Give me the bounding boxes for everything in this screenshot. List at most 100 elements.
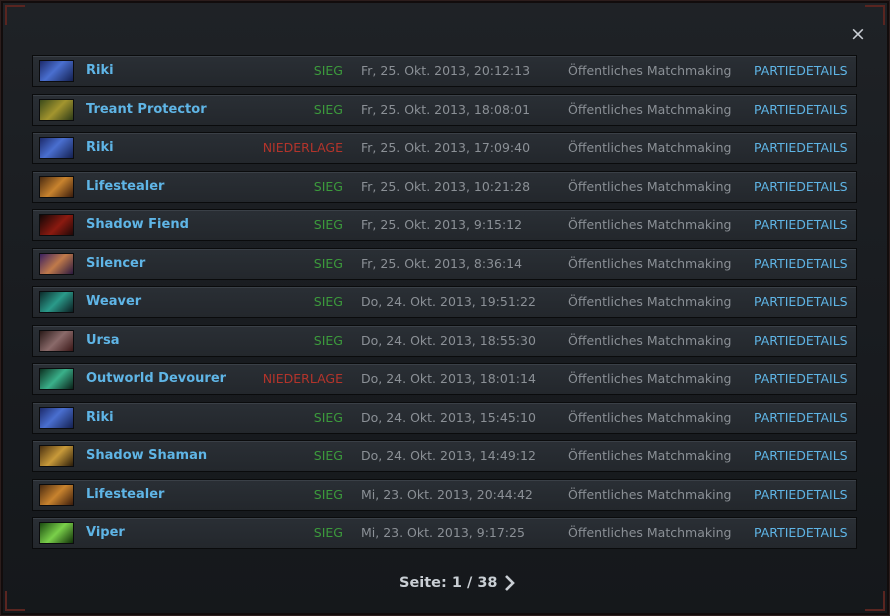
- hero-name[interactable]: Riki: [86, 133, 114, 163]
- match-date: Do, 24. Okt. 2013, 15:45:10: [361, 410, 536, 425]
- match-history-window: × Riki SIEG Fr, 25. Okt. 2013, 20:12:13 Öff…: [0, 0, 890, 616]
- hero-name[interactable]: Riki: [86, 403, 114, 433]
- match-date: Mi, 23. Okt. 2013, 9:17:25: [361, 525, 525, 540]
- match-row[interactable]: Shadow Shaman SIEG Do, 24. Okt. 2013, 14:4…: [32, 440, 857, 472]
- match-row[interactable]: Weaver SIEG Do, 24. Okt. 2013, 19:51:22 Öff…: [32, 286, 857, 318]
- match-date: Fr, 25. Okt. 2013, 10:21:28: [361, 179, 531, 194]
- match-row[interactable]: Treant Protector SIEG Fr, 25. Okt. 2013, 1…: [32, 94, 857, 126]
- frame-corner: [5, 5, 25, 25]
- hero-portrait: [39, 176, 74, 198]
- match-result: SIEG: [313, 63, 343, 78]
- hero-portrait: [39, 214, 74, 236]
- hero-portrait: [39, 445, 74, 467]
- game-mode: Öffentliches Matchmaking: [568, 63, 732, 78]
- match-result: SIEG: [313, 410, 343, 425]
- next-page-button[interactable]: [502, 573, 518, 593]
- hero-name[interactable]: Shadow Fiend: [86, 210, 189, 240]
- match-date: Do, 24. Okt. 2013, 14:49:12: [361, 448, 536, 463]
- match-result: SIEG: [313, 294, 343, 309]
- match-details-link[interactable]: PARTIEDETAILS: [754, 518, 848, 548]
- match-details-link[interactable]: PARTIEDETAILS: [754, 210, 848, 240]
- frame-corner: [865, 591, 885, 611]
- hero-name[interactable]: Outworld Devourer: [86, 364, 226, 394]
- match-row[interactable]: Silencer SIEG Fr, 25. Okt. 2013, 8:36:14 Öf…: [32, 248, 857, 280]
- hero-name[interactable]: Ursa: [86, 326, 119, 356]
- hero-portrait: [39, 99, 74, 121]
- hero-name[interactable]: Viper: [86, 518, 125, 548]
- match-date: Do, 24. Okt. 2013, 18:55:30: [361, 333, 536, 348]
- match-result: SIEG: [313, 217, 343, 232]
- hero-name[interactable]: Lifestealer: [86, 172, 164, 202]
- match-details-link[interactable]: PARTIEDETAILS: [754, 172, 848, 202]
- hero-name[interactable]: Treant Protector: [86, 95, 207, 125]
- close-icon[interactable]: ×: [848, 24, 868, 44]
- hero-portrait: [39, 60, 74, 82]
- match-result: SIEG: [313, 525, 343, 540]
- game-mode: Öffentliches Matchmaking: [568, 294, 732, 309]
- match-result: SIEG: [313, 179, 343, 194]
- hero-portrait: [39, 522, 74, 544]
- match-result: SIEG: [313, 487, 343, 502]
- match-details-link[interactable]: PARTIEDETAILS: [754, 364, 848, 394]
- hero-portrait: [39, 484, 74, 506]
- match-result: SIEG: [313, 102, 343, 117]
- game-mode: Öffentliches Matchmaking: [568, 371, 732, 386]
- game-mode: Öffentliches Matchmaking: [568, 410, 732, 425]
- match-details-link[interactable]: PARTIEDETAILS: [754, 133, 848, 163]
- match-result: SIEG: [313, 256, 343, 271]
- match-date: Fr, 25. Okt. 2013, 18:08:01: [361, 102, 531, 117]
- hero-name[interactable]: Weaver: [86, 287, 141, 317]
- hero-name[interactable]: Silencer: [86, 249, 145, 279]
- match-row[interactable]: Lifestealer SIEG Fr, 25. Okt. 2013, 10:21:…: [32, 171, 857, 203]
- match-row[interactable]: Viper SIEG Mi, 23. Okt. 2013, 9:17:25 Öffen…: [32, 517, 857, 549]
- frame-corner: [865, 5, 885, 25]
- match-details-link[interactable]: PARTIEDETAILS: [754, 287, 848, 317]
- hero-name[interactable]: Riki: [86, 56, 114, 86]
- match-details-link[interactable]: PARTIEDETAILS: [754, 403, 848, 433]
- match-date: Fr, 25. Okt. 2013, 9:15:12: [361, 217, 523, 232]
- match-row[interactable]: Lifestealer SIEG Mi, 23. Okt. 2013, 20:44:…: [32, 479, 857, 511]
- match-row[interactable]: Riki SIEG Fr, 25. Okt. 2013, 20:12:13 Öffen…: [32, 55, 857, 87]
- hero-name[interactable]: Shadow Shaman: [86, 441, 207, 471]
- match-date: Mi, 23. Okt. 2013, 20:44:42: [361, 487, 533, 502]
- match-details-link[interactable]: PARTIEDETAILS: [754, 326, 848, 356]
- match-date: Fr, 25. Okt. 2013, 20:12:13: [361, 63, 531, 78]
- match-result: SIEG: [313, 448, 343, 463]
- game-mode: Öffentliches Matchmaking: [568, 487, 732, 502]
- match-date: Do, 24. Okt. 2013, 18:01:14: [361, 371, 536, 386]
- hero-portrait: [39, 291, 74, 313]
- game-mode: Öffentliches Matchmaking: [568, 448, 732, 463]
- match-details-link[interactable]: PARTIEDETAILS: [754, 441, 848, 471]
- page-indicator: Seite: 1 / 38: [399, 575, 498, 591]
- game-mode: Öffentliches Matchmaking: [568, 525, 732, 540]
- match-row[interactable]: Riki NIEDERLAGE Fr, 25. Okt. 2013, 17:09:4…: [32, 132, 857, 164]
- match-result: SIEG: [313, 333, 343, 348]
- hero-portrait: [39, 253, 74, 275]
- match-row[interactable]: Outworld Devourer NIEDERLAGE Do, 24. Okt. …: [32, 363, 857, 395]
- game-mode: Öffentliches Matchmaking: [568, 256, 732, 271]
- hero-portrait: [39, 137, 74, 159]
- match-row[interactable]: Ursa SIEG Do, 24. Okt. 2013, 18:55:30 Öffen…: [32, 325, 857, 357]
- chevron-right-icon: [505, 575, 515, 591]
- hero-name[interactable]: Lifestealer: [86, 480, 164, 510]
- match-row[interactable]: Shadow Fiend SIEG Fr, 25. Okt. 2013, 9:15:…: [32, 209, 857, 241]
- hero-portrait: [39, 330, 74, 352]
- match-details-link[interactable]: PARTIEDETAILS: [754, 56, 848, 86]
- match-result: NIEDERLAGE: [262, 371, 343, 386]
- match-details-link[interactable]: PARTIEDETAILS: [754, 95, 848, 125]
- match-date: Fr, 25. Okt. 2013, 8:36:14: [361, 256, 523, 271]
- game-mode: Öffentliches Matchmaking: [568, 179, 732, 194]
- match-result: NIEDERLAGE: [262, 140, 343, 155]
- game-mode: Öffentliches Matchmaking: [568, 217, 732, 232]
- hero-portrait: [39, 407, 74, 429]
- game-mode: Öffentliches Matchmaking: [568, 140, 732, 155]
- match-row[interactable]: Riki SIEG Do, 24. Okt. 2013, 15:45:10 Öffen…: [32, 402, 857, 434]
- frame-corner: [5, 591, 25, 611]
- hero-portrait: [39, 368, 74, 390]
- game-mode: Öffentliches Matchmaking: [568, 102, 732, 117]
- match-date: Fr, 25. Okt. 2013, 17:09:40: [361, 140, 531, 155]
- match-details-link[interactable]: PARTIEDETAILS: [754, 480, 848, 510]
- match-date: Do, 24. Okt. 2013, 19:51:22: [361, 294, 536, 309]
- match-details-link[interactable]: PARTIEDETAILS: [754, 249, 848, 279]
- game-mode: Öffentliches Matchmaking: [568, 333, 732, 348]
